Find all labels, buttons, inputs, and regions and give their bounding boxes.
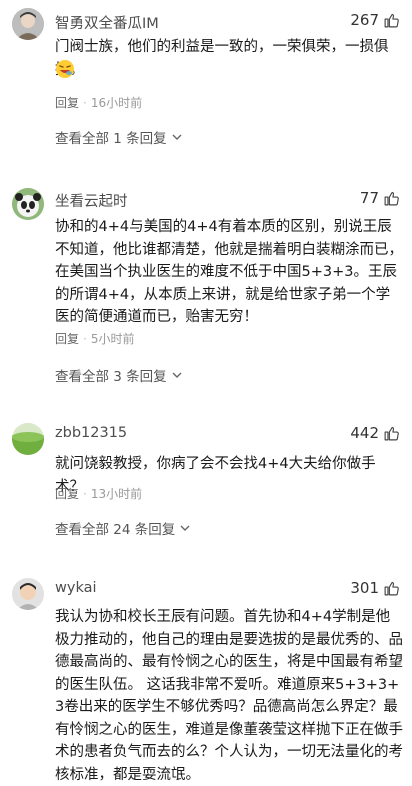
view-all-replies-button[interactable]: 查看全部 3 条回复 <box>55 365 183 385</box>
like-button[interactable]: 267 <box>350 11 400 29</box>
username[interactable]: 坐看云起时 <box>55 190 128 211</box>
avatar[interactable] <box>12 188 44 220</box>
like-button[interactable]: 301 <box>350 579 400 597</box>
reply-button[interactable]: 回复 <box>55 332 79 346</box>
reply-button[interactable]: 回复 <box>55 487 79 501</box>
view-all-replies-label: 查看全部 24 条回复 <box>55 522 176 538</box>
username[interactable]: zbb12315 <box>55 425 127 441</box>
username[interactable]: 智勇双全番瓜IM <box>55 12 159 33</box>
like-count: 442 <box>350 424 379 442</box>
chevron-down-icon <box>172 372 182 378</box>
comment-meta: 回复 · 13小时前 <box>55 487 143 501</box>
child-avatar-icon <box>12 578 44 610</box>
laughing-emoji-icon <box>56 60 74 78</box>
view-all-replies-button[interactable]: 查看全部 24 条回复 <box>55 518 191 538</box>
comment-text: 协和的4+4与美国的4+4有着本质的区别，别说王辰不知道，他比谁都清楚，他就是揣… <box>55 219 403 325</box>
green-landscape-avatar-icon <box>12 423 44 455</box>
view-all-replies-button[interactable]: 查看全部 1 条回复 <box>55 127 183 147</box>
username[interactable]: wykai <box>55 580 97 596</box>
avatar[interactable] <box>12 423 44 455</box>
chevron-down-icon <box>180 525 190 531</box>
like-count: 267 <box>350 11 379 29</box>
comment-meta: 回复 · 5小时前 <box>55 332 135 346</box>
avatar[interactable] <box>12 8 44 40</box>
timestamp: 13小时前 <box>90 487 143 501</box>
thumbs-up-icon <box>384 191 399 205</box>
comment-text: 我认为协和校长王辰有问题。首先协和4+4学制是他极力推动的，他自己的理由是要选拔… <box>55 609 403 783</box>
view-all-replies-label: 查看全部 3 条回复 <box>55 369 167 385</box>
like-count: 301 <box>350 579 379 597</box>
like-count: 77 <box>359 189 379 207</box>
reply-button[interactable]: 回复 <box>55 96 79 110</box>
thumbs-up-icon <box>384 13 399 27</box>
thumbs-up-icon <box>384 581 399 595</box>
chevron-down-icon <box>172 134 182 140</box>
like-button[interactable]: 442 <box>350 424 400 442</box>
like-button[interactable]: 77 <box>360 189 400 207</box>
timestamp: 16小时前 <box>90 96 143 110</box>
comment-meta: 回复 · 16小时前 <box>55 96 143 110</box>
timestamp: 5小时前 <box>90 332 135 346</box>
view-all-replies-label: 查看全部 1 条回复 <box>55 131 167 147</box>
avatar[interactable] <box>12 578 44 610</box>
thumbs-up-icon <box>384 426 399 440</box>
avatar-icon <box>12 8 44 40</box>
panda-avatar-icon <box>12 188 44 220</box>
comment-text: 门阀士族，他们的利益是一致的，一荣俱荣，一损俱损。 <box>55 39 389 78</box>
